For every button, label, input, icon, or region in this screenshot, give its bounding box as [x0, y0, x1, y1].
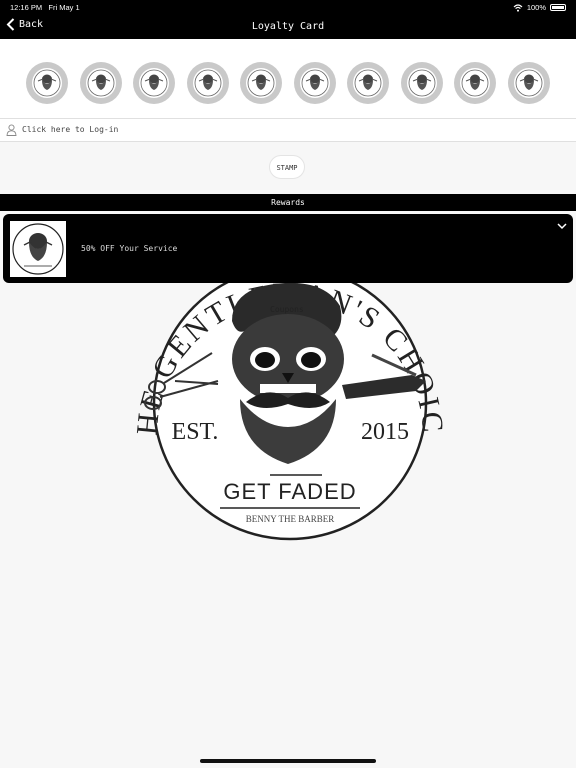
stamp-logo-icon [194, 69, 221, 97]
page-title: Loyalty Card [251, 21, 325, 32]
battery-percent: 100% [526, 3, 546, 12]
status-date: Fri May 1 [48, 3, 80, 12]
status-time-date: 12:16 PM Fri May 1 [10, 3, 80, 12]
login-row[interactable]: Click here to Log-in [0, 118, 576, 142]
stamp-slot [293, 62, 336, 104]
logo-tagline: BENNY THE BARBER [246, 514, 335, 524]
stamp-logo-icon [515, 69, 542, 97]
stamp-slot [507, 62, 550, 104]
battery-icon [550, 4, 566, 11]
login-label: Click here to Log-in [22, 125, 119, 134]
stamp-area: STAMP [0, 142, 576, 194]
home-indicator [200, 759, 376, 763]
logo-year: 2015 [361, 419, 409, 445]
status-bar: 12:16 PM Fri May 1 100% [0, 0, 576, 14]
nav-bar: Back Loyalty Card [0, 14, 576, 39]
rewards-header: Rewards [0, 194, 576, 211]
stamp-slot [79, 62, 122, 104]
stamp-slot [454, 62, 496, 104]
stamp-logo-icon [33, 69, 61, 97]
logo-est: EST. [172, 419, 219, 445]
stamp-slot [133, 62, 175, 104]
stamp-logo-icon [247, 69, 275, 97]
reward-title: 50% OFF Your Service [81, 244, 178, 253]
brand-logo: THE GENTLEMAN'S CHOICE EST. 2015 GET FAD… [120, 281, 457, 551]
stamp-logo-icon [461, 69, 489, 97]
stamp-logo-icon [354, 69, 382, 97]
stamp-button[interactable]: STAMP [269, 155, 305, 179]
status-time: 12:16 PM [10, 3, 43, 12]
reward-card[interactable]: 50% OFF Your Service [3, 214, 573, 283]
stamp-slot [400, 62, 443, 104]
stamp-logo-icon [301, 69, 328, 97]
logo-brand: GET FADED [223, 479, 356, 504]
stamp-logo-icon [87, 69, 114, 97]
stamp-logo-icon [140, 69, 168, 97]
stamp-slot [240, 62, 282, 104]
stamp-slot [26, 62, 68, 104]
stamp-slot [186, 62, 229, 104]
reward-thumbnail [10, 221, 66, 277]
coupons-label: Coupons [270, 305, 304, 314]
chevron-down-icon[interactable] [557, 223, 567, 230]
stamp-row [0, 39, 576, 118]
stamp-slot [347, 62, 389, 104]
status-right: 100% [513, 3, 566, 12]
wifi-icon [513, 3, 523, 12]
stamp-logo-icon [408, 69, 435, 97]
user-icon [6, 124, 17, 136]
